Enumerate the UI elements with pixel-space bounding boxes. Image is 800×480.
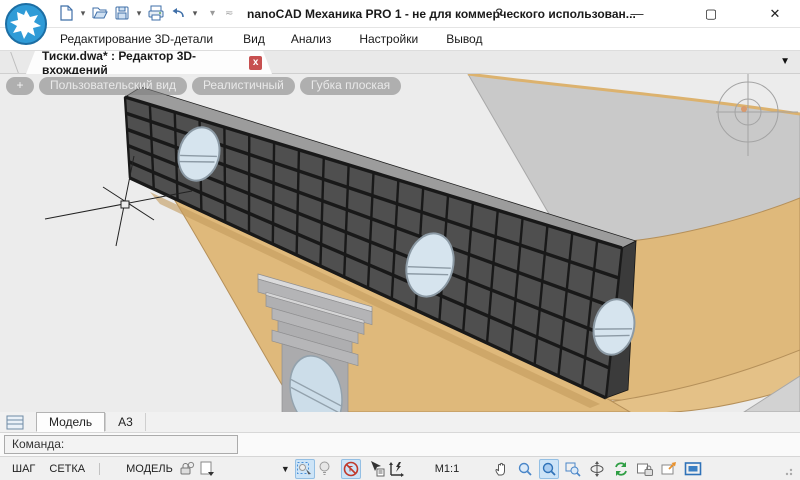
selection-highlight-icon[interactable]: [295, 459, 315, 479]
restore-viewport-icon[interactable]: [659, 459, 679, 479]
zoom-realtime-icon[interactable]: [539, 459, 559, 479]
pan-icon[interactable]: [491, 459, 511, 479]
fullscreen-icon[interactable]: [683, 459, 703, 479]
menu-edit-3d-part[interactable]: Редактирование 3D-детали: [60, 32, 213, 46]
dynamic-input-icon[interactable]: [387, 459, 407, 479]
window-title: nanoCAD Механика PRO 1 - не для коммерче…: [247, 7, 636, 21]
status-separator: [99, 463, 100, 475]
snap-toggle[interactable]: ШАГ: [12, 463, 35, 475]
viewport-3d-scene[interactable]: [0, 74, 800, 412]
open-icon[interactable]: [90, 3, 110, 23]
lightbulb-icon[interactable]: [315, 459, 335, 479]
viewport-visual-style-button[interactable]: Реалистичный: [192, 77, 295, 95]
title-bar: ▾ ▾ ▾ ▾ ≂ nanoCAD Механика PRO 1 - не дл…: [0, 0, 800, 28]
sheet-tab-model[interactable]: Модель: [36, 412, 105, 432]
save-caret-icon[interactable]: ▾: [134, 8, 144, 19]
viewport-view-button[interactable]: Пользовательский вид: [39, 77, 187, 95]
model-viewport[interactable]: + Пользовательский вид Реалистичный Губк…: [0, 74, 800, 412]
undo-caret-icon[interactable]: ▾: [190, 8, 200, 19]
toolbar-options-caret-icon[interactable]: ▾: [210, 8, 215, 19]
document-tab[interactable]: Тиски.dwa* : Редактор 3D-вхождений x: [26, 51, 272, 74]
minimize-button[interactable]: —: [620, 0, 654, 27]
customize-qat-icon[interactable]: ≂: [225, 8, 233, 19]
tab-list-caret-icon[interactable]: ▼: [780, 56, 790, 67]
regen-icon[interactable]: [611, 459, 631, 479]
menu-output[interactable]: Вывод: [446, 32, 482, 46]
undo-icon[interactable]: [168, 3, 188, 23]
model-space-toggle[interactable]: МОДЕЛЬ: [126, 463, 173, 475]
quick-access-toolbar: ▾ ▾ ▾ ▾ ≂: [56, 3, 233, 23]
command-input[interactable]: Команда:: [4, 435, 238, 454]
annotation-lock-icon[interactable]: [177, 459, 197, 479]
maximize-button[interactable]: ▢: [694, 0, 728, 27]
document-tab-strip: Тиски.dwa* : Редактор 3D-вхождений x ▼: [0, 51, 800, 74]
save-icon[interactable]: [112, 3, 132, 23]
selection-options-caret-icon[interactable]: ▼: [281, 464, 290, 474]
context-menu-cursor-icon[interactable]: [367, 459, 387, 479]
menu-analysis[interactable]: Анализ: [291, 32, 332, 46]
application-window: ▾ ▾ ▾ ▾ ≂ nanoCAD Механика PRO 1 - не дл…: [0, 0, 800, 480]
no-interaction-icon[interactable]: [341, 459, 361, 479]
menu-settings[interactable]: Настройки: [359, 32, 418, 46]
tab-close-icon[interactable]: x: [249, 56, 262, 70]
menu-bar: Редактирование 3D-детали Вид Анализ Наст…: [0, 28, 800, 51]
grid-toggle[interactable]: СЕТКА: [49, 463, 85, 475]
viewport-lock-icon[interactable]: [635, 459, 655, 479]
viewport-part-button[interactable]: Губка плоская: [300, 77, 401, 95]
status-bar: ШАГ СЕТКА МОДЕЛЬ ▼ М1:1: [0, 456, 800, 480]
orbit-icon[interactable]: [587, 459, 607, 479]
scale-indicator[interactable]: М1:1: [435, 463, 459, 475]
viewport-add-button[interactable]: +: [6, 77, 34, 95]
new-document-icon[interactable]: [56, 3, 76, 23]
orbit-pivot-dot: [741, 106, 747, 112]
zoom-window-icon[interactable]: [563, 459, 583, 479]
command-line-bar: Команда:: [0, 433, 800, 456]
viewport-toolbar: + Пользовательский вид Реалистичный Губк…: [6, 77, 401, 95]
document-tab-label: Тиски.dwa* : Редактор 3D-вхождений: [42, 49, 241, 77]
menu-view[interactable]: Вид: [243, 32, 265, 46]
sheet-tab-bar: Модель A3: [0, 412, 800, 433]
sheet-list-icon[interactable]: [6, 415, 26, 430]
print-icon[interactable]: [146, 3, 166, 23]
zoom-icon[interactable]: [515, 459, 535, 479]
paper-page-icon[interactable]: [197, 459, 217, 479]
close-button[interactable]: ✕: [758, 0, 792, 27]
sheet-tab-a3[interactable]: A3: [105, 413, 146, 431]
help-button[interactable]: ?: [488, 5, 510, 21]
new-document-caret-icon[interactable]: ▾: [78, 8, 88, 19]
resize-grip[interactable]: [776, 459, 796, 479]
app-logo-icon[interactable]: [4, 2, 48, 46]
